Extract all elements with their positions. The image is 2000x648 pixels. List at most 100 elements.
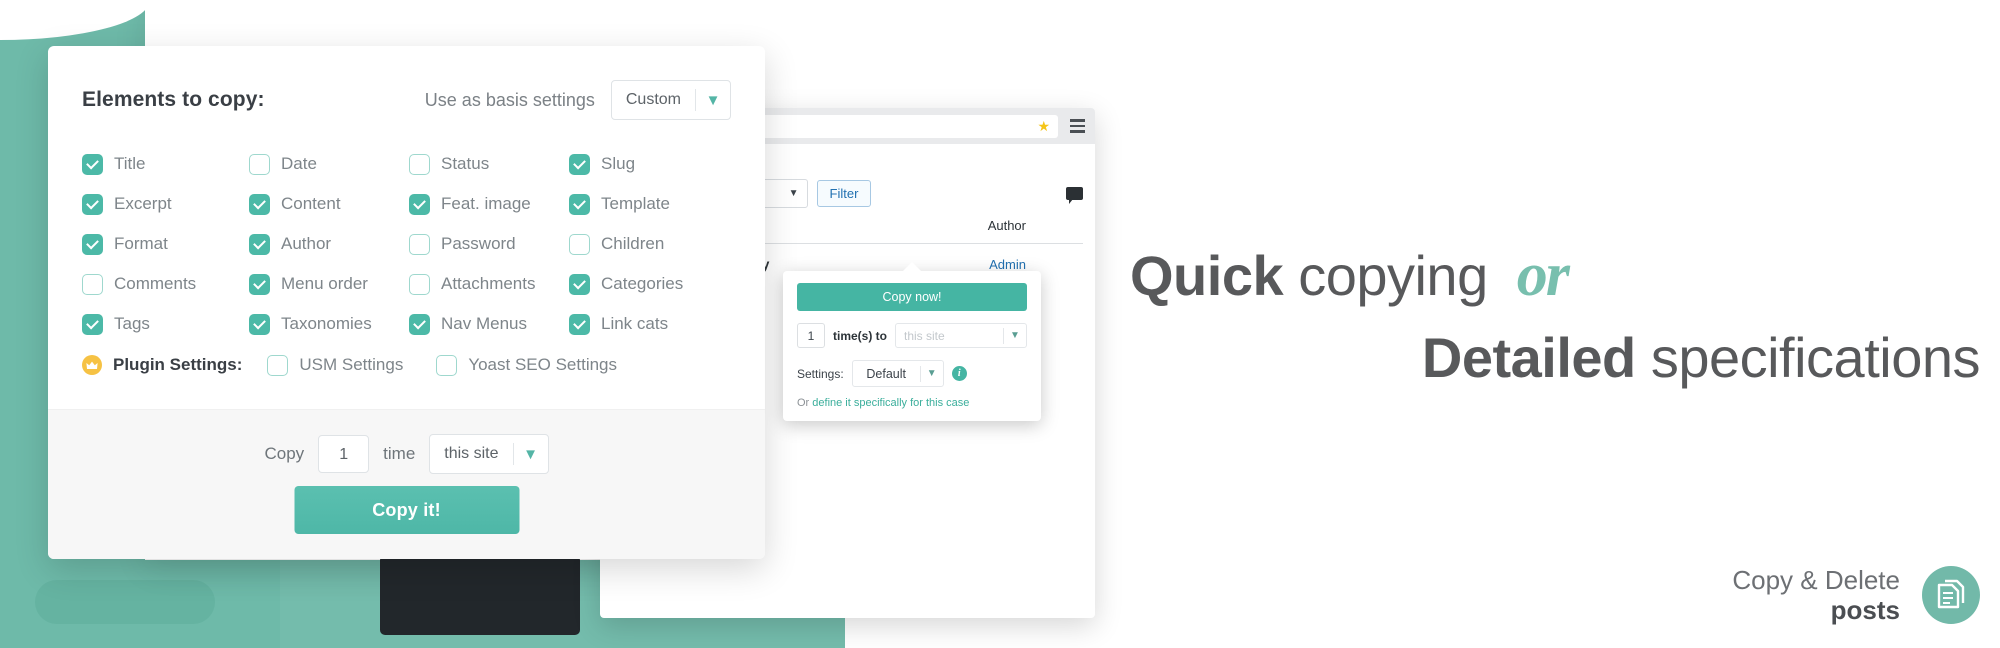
- plugin-checkbox-usm[interactable]: USM Settings: [267, 354, 404, 376]
- popup-site-select[interactable]: this site ▼: [895, 323, 1027, 348]
- copy-popup: Copy now! 1 time(s) to this site ▼ Setti…: [783, 262, 1041, 421]
- popup-settings-label: Settings:: [797, 366, 844, 381]
- checkbox-tags[interactable]: [82, 313, 103, 335]
- checkbox-item[interactable]: Template: [569, 184, 729, 224]
- basis-settings-value: Custom: [625, 91, 681, 108]
- checkbox-item[interactable]: Attachments: [409, 264, 569, 304]
- checkbox-label: Categories: [601, 274, 684, 293]
- plugin-settings-label: Plugin Settings:: [113, 355, 243, 374]
- popup-footer-prefix: Or: [797, 397, 813, 409]
- popup-settings-select[interactable]: Default ▼: [851, 360, 944, 387]
- plugin-settings-row: Plugin Settings: USM Settings Yoast SEO …: [82, 344, 731, 386]
- post-author[interactable]: Admin: [989, 257, 1081, 272]
- checkbox-item[interactable]: Taxonomies: [249, 304, 409, 344]
- checkbox-menu-order[interactable]: [249, 273, 270, 295]
- teal-rounded-shape: [35, 580, 215, 624]
- popup-count-input[interactable]: 1: [797, 323, 825, 348]
- checkbox-excerpt[interactable]: [82, 193, 103, 215]
- badge-line-1: Copy & Delete: [1732, 564, 1900, 595]
- copy-settings-panel: Elements to copy: Use as basis settings …: [48, 46, 765, 559]
- checkbox-label: Password: [441, 234, 516, 253]
- checkbox-label: Comments: [114, 274, 197, 293]
- headline-line-1: Quick copying or: [1130, 240, 1990, 311]
- copy-now-button[interactable]: Copy now!: [797, 283, 1027, 311]
- checkbox-format[interactable]: [82, 233, 103, 255]
- checkbox-comments[interactable]: [82, 273, 103, 295]
- checkbox-nav-menus[interactable]: [409, 313, 430, 335]
- plugin-item-label: USM Settings: [299, 355, 404, 374]
- checkbox-taxonomies[interactable]: [249, 313, 270, 335]
- checkbox-template[interactable]: [569, 193, 590, 215]
- checkbox-item[interactable]: Format: [82, 224, 249, 264]
- checkbox-label: Author: [281, 234, 332, 253]
- checkbox-title[interactable]: [82, 153, 103, 175]
- checkbox-item[interactable]: Tags: [82, 304, 249, 344]
- checkbox-children[interactable]: [569, 233, 590, 255]
- plugin-checkbox-yoast[interactable]: Yoast SEO Settings: [436, 354, 618, 376]
- popup-times-label: time(s) to: [833, 328, 887, 343]
- page-title: Elements to copy:: [82, 88, 265, 111]
- checkbox-item[interactable]: Nav Menus: [409, 304, 569, 344]
- checkbox-item[interactable]: Content: [249, 184, 409, 224]
- popup-site-value: this site: [904, 328, 945, 343]
- info-icon[interactable]: i: [951, 366, 967, 381]
- basis-settings-select[interactable]: Custom ▼: [610, 80, 731, 120]
- checkbox-label: Feat. image: [441, 194, 531, 213]
- checkbox-item[interactable]: Password: [409, 224, 569, 264]
- checkbox-label: Template: [601, 194, 670, 213]
- popup-settings-row: Settings: Default ▼ i: [797, 360, 1027, 387]
- checkbox-item[interactable]: Status: [409, 144, 569, 184]
- checkbox-feat-image[interactable]: [409, 193, 430, 215]
- checkbox-label: Children: [601, 234, 665, 253]
- plugin-item-label: Yoast SEO Settings: [468, 355, 618, 374]
- hamburger-icon[interactable]: [1070, 119, 1085, 133]
- checkbox-item[interactable]: Author: [249, 224, 409, 264]
- checkbox-label: Taxonomies: [281, 314, 372, 333]
- checkbox-status[interactable]: [409, 153, 430, 175]
- checkbox-attachments[interactable]: [409, 273, 430, 295]
- checkbox-content[interactable]: [249, 193, 270, 215]
- popup-settings-value: Default: [866, 366, 906, 381]
- checkbox-item[interactable]: Comments: [82, 264, 249, 304]
- checkbox-password[interactable]: [409, 233, 430, 255]
- destination-value: this site: [444, 445, 499, 462]
- checkbox-item[interactable]: Excerpt: [82, 184, 249, 224]
- elements-checkbox-grid: Title Date Status Slug Excerpt Content Feat. i…: [82, 144, 731, 344]
- checkbox-item[interactable]: Slug: [569, 144, 729, 184]
- filter-button[interactable]: Filter: [816, 180, 872, 207]
- popup-footer: Or define it specifically for this case: [797, 397, 1027, 409]
- checkbox-label: Tags: [114, 314, 150, 333]
- checkbox-slug[interactable]: [569, 153, 590, 175]
- panel-header: Elements to copy: Use as basis settings …: [82, 80, 731, 120]
- checkbox-yoast-seo-settings[interactable]: [436, 354, 458, 376]
- destination-select[interactable]: this site ▼: [429, 434, 549, 474]
- checkbox-link-cats[interactable]: [569, 313, 590, 335]
- checkbox-item[interactable]: Children: [569, 224, 729, 264]
- checkbox-date[interactable]: [249, 153, 270, 175]
- copy-count-row: Copy 1 time this site ▼: [48, 410, 765, 474]
- checkbox-author[interactable]: [249, 233, 270, 255]
- headline-line1-rest: copying: [1298, 244, 1488, 307]
- checkbox-label: Nav Menus: [441, 314, 527, 333]
- checkbox-item[interactable]: Categories: [569, 264, 729, 304]
- badge-line-2: posts: [1830, 595, 1900, 626]
- copy-count-input[interactable]: 1: [318, 435, 370, 473]
- checkbox-item[interactable]: Date: [249, 144, 409, 184]
- checkbox-label: Format: [114, 234, 168, 253]
- popup-footer-link[interactable]: define it specifically for this case: [812, 397, 969, 409]
- headline-connector: or: [1516, 241, 1570, 309]
- headline-line2-rest: specifications: [1650, 326, 1981, 389]
- chevron-down-icon: ▼: [705, 91, 721, 109]
- headline-line1-bold: Quick: [1130, 244, 1284, 307]
- dark-rectangle: [380, 555, 580, 635]
- star-icon[interactable]: ★: [1037, 118, 1050, 135]
- checkbox-item[interactable]: Menu order: [249, 264, 409, 304]
- checkbox-categories[interactable]: [569, 273, 590, 295]
- checkbox-usm-settings[interactable]: [267, 354, 289, 376]
- checkbox-item[interactable]: Title: [82, 144, 249, 184]
- checkbox-item[interactable]: Feat. image: [409, 184, 569, 224]
- checkbox-label: Date: [281, 154, 317, 173]
- headline-line-2: Detailed specifications: [1130, 325, 1990, 390]
- checkbox-item[interactable]: Link cats: [569, 304, 729, 344]
- copy-it-button[interactable]: Copy it!: [294, 486, 519, 534]
